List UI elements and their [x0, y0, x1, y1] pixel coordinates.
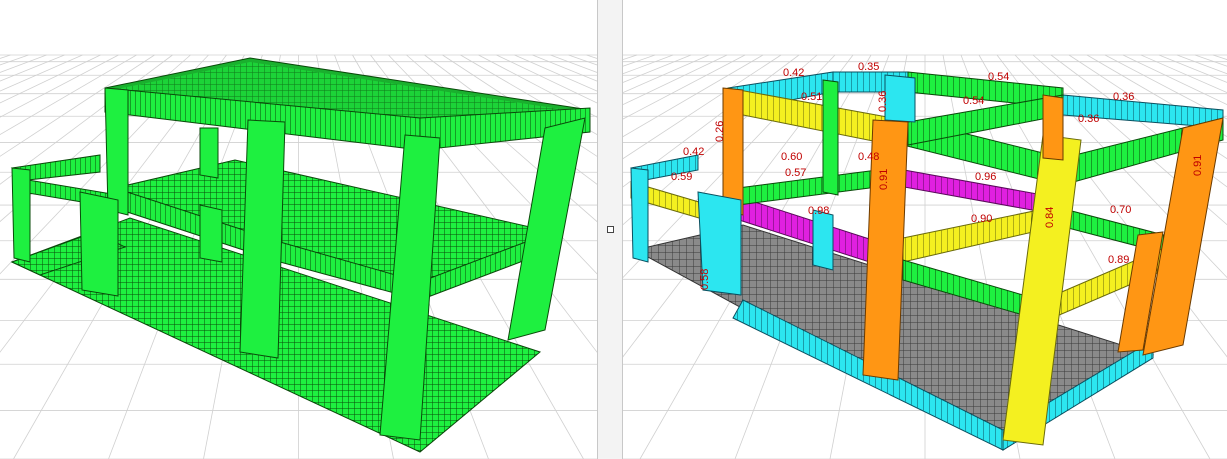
viewport-splitter[interactable] [597, 0, 623, 459]
ratio-label: 0.57 [785, 167, 806, 179]
ratio-label: 0.59 [671, 171, 692, 183]
ratio-label: 0.36 [1078, 113, 1099, 125]
ratio-label: 0.26 [714, 121, 726, 142]
ratio-label: 0.98 [808, 205, 829, 217]
ratio-label: 0.91 [878, 169, 890, 190]
column [822, 79, 839, 196]
ratio-label: 0.90 [971, 213, 992, 225]
ratio-label: 0.42 [783, 67, 804, 79]
left-model-canvas [0, 54, 597, 459]
left-3d-viewport[interactable] [0, 0, 597, 459]
column [79, 191, 119, 297]
column [884, 74, 916, 123]
column [722, 87, 744, 216]
ratio-label: 0.58 [699, 269, 711, 290]
ratio-label: 0.51 [801, 91, 822, 103]
ratio-label: 0.54 [963, 95, 984, 107]
ratio-label: 0.35 [858, 61, 879, 73]
ratio-label: 0.48 [858, 151, 879, 163]
column [630, 167, 649, 263]
ratio-label: 0.42 [683, 146, 704, 158]
ratio-label: 0.89 [1108, 254, 1129, 266]
ratio-label: 0.96 [975, 171, 996, 183]
column [199, 204, 223, 263]
right-3d-viewport[interactable]: 0.42 0.35 0.54 0.36 0.51 0.36 0.26 0.42 0.54 0.60… [623, 0, 1227, 459]
ratio-label: 0.70 [1110, 204, 1131, 216]
ratio-label: 0.84 [1044, 207, 1056, 228]
ratio-label: 0.36 [877, 91, 889, 112]
column [104, 87, 129, 216]
ratio-label: 0.36 [1113, 91, 1134, 103]
right-model-canvas: 0.42 0.35 0.54 0.36 0.51 0.36 0.26 0.42 0.54 0.60… [623, 54, 1227, 459]
splitter-handle[interactable] [607, 226, 614, 233]
column [812, 209, 834, 271]
column [11, 167, 31, 263]
column [239, 119, 286, 359]
roof-beam-mid [907, 94, 1064, 146]
grid-line [0, 54, 11, 59]
ratio-label: 0.54 [988, 71, 1009, 83]
ratio-label: 0.91 [1192, 155, 1204, 176]
ratio-label: 0.60 [781, 151, 802, 163]
column [199, 127, 219, 179]
column [1042, 94, 1064, 161]
